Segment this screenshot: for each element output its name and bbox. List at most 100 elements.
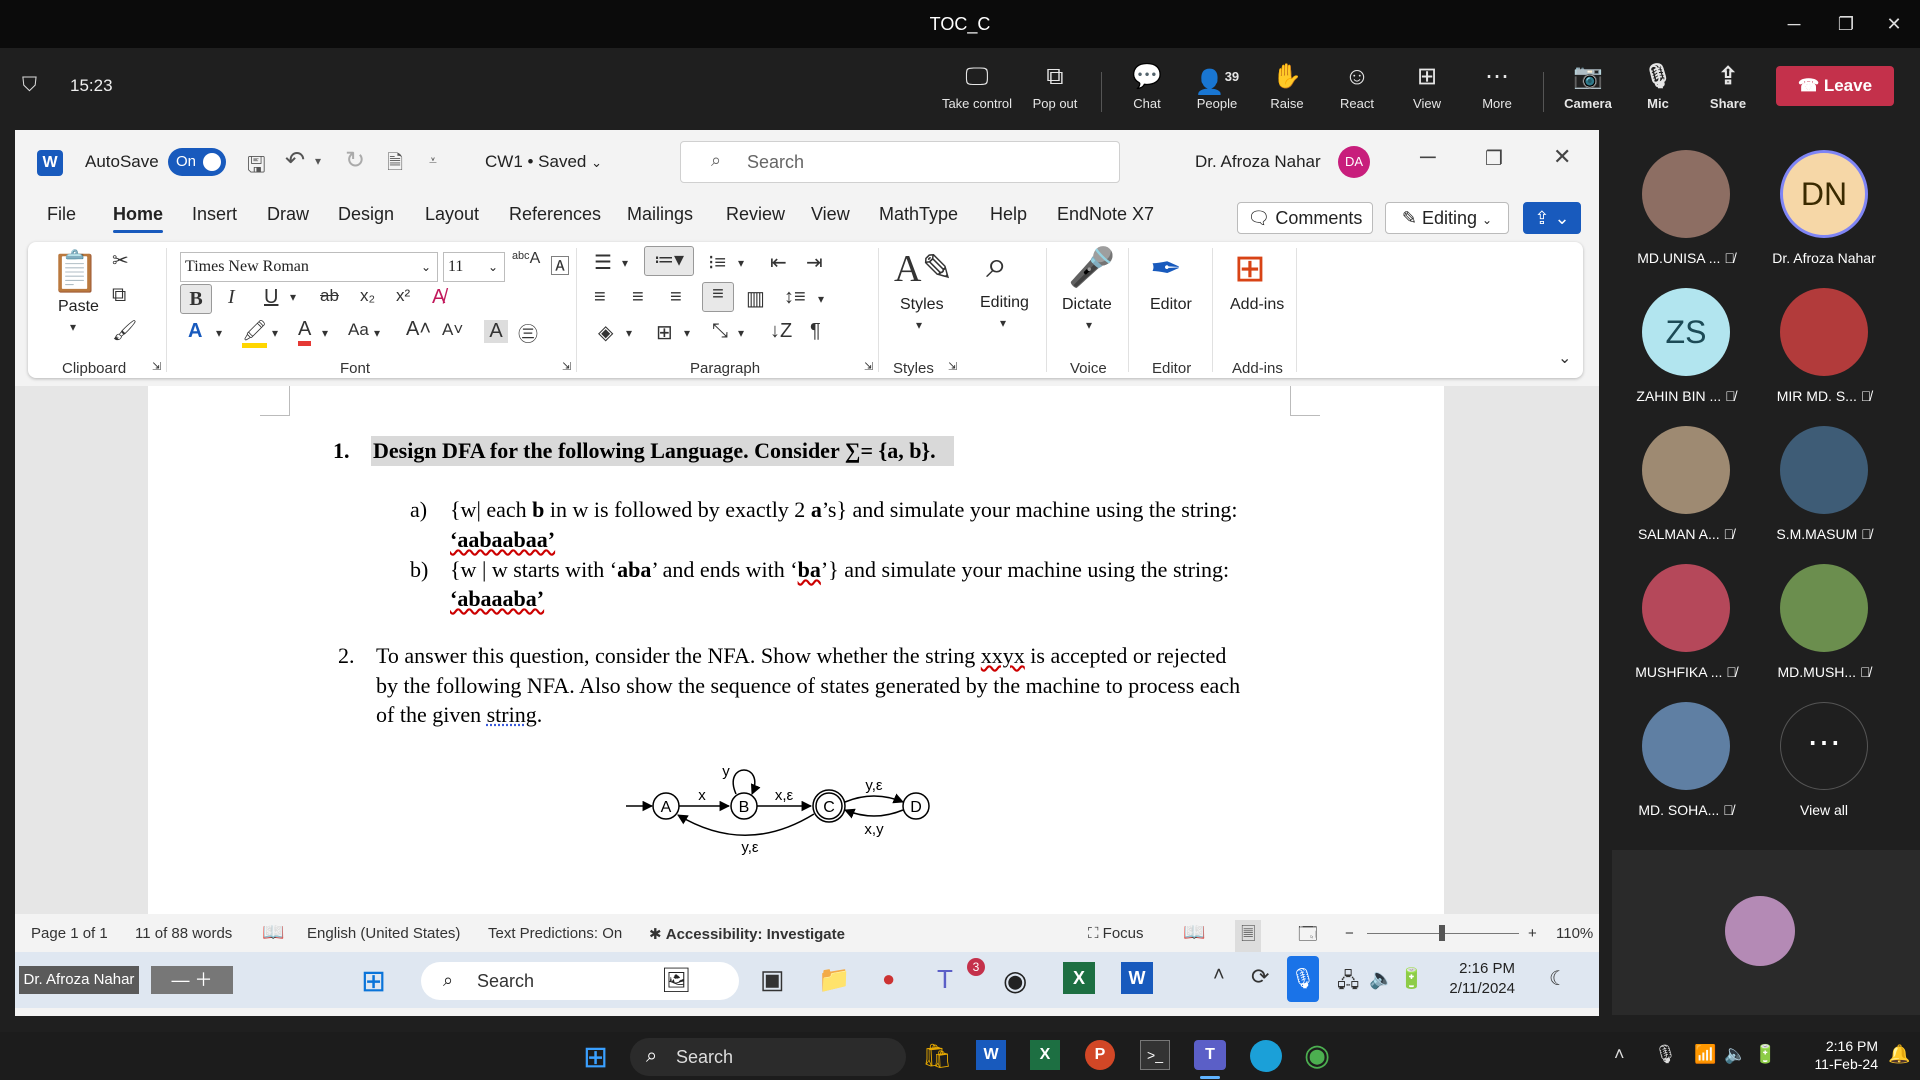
cut-icon[interactable]: ✂ <box>112 248 129 273</box>
virtual-desktop-controls[interactable]: — ＋ <box>151 966 233 994</box>
windows-start-icon[interactable]: ⊞ <box>361 964 386 999</box>
participant-tile[interactable]: S.M.MASUM 🎙̸ <box>1754 426 1894 542</box>
chevron-up-icon[interactable]: ˄ <box>1614 1044 1625 1065</box>
volume-icon[interactable]: 🔈 <box>1724 1044 1746 1065</box>
more-button[interactable]: ⋯ More <box>1461 60 1533 122</box>
notification-bell-icon[interactable]: 🔔 <box>1888 1044 1910 1065</box>
minimize-icon[interactable]: ─ <box>1774 10 1814 38</box>
superscript-button[interactable]: x² <box>396 286 410 306</box>
quiet-hours-icon[interactable]: ☾ <box>1549 966 1567 991</box>
dialog-launcher-icon[interactable]: ⇲ <box>562 360 571 373</box>
clock-date[interactable]: 11-Feb-24 <box>1782 1056 1878 1072</box>
change-case-icon[interactable]: Aa <box>348 320 369 340</box>
restore-icon[interactable]: ❐ <box>1826 10 1866 38</box>
self-video-tile[interactable] <box>1612 850 1920 1015</box>
taskbar-search[interactable]: ⌕ Search <box>630 1038 906 1076</box>
dictate-label[interactable]: Dictate <box>1062 296 1112 314</box>
proofing-icon[interactable]: 📖 <box>262 922 284 943</box>
sync-icon[interactable]: ⟳ <box>1251 964 1269 990</box>
participant-tile[interactable]: ZS ZAHIN BIN ... 🎙̸ <box>1616 288 1756 404</box>
dialog-launcher-icon[interactable]: ⇲ <box>864 360 873 373</box>
editing-mode-button[interactable]: ✎ Editing ⌄ <box>1385 202 1509 234</box>
edge-icon[interactable] <box>1250 1040 1282 1072</box>
underline-button[interactable]: U <box>264 286 278 309</box>
line-spacing-icon[interactable]: ↕≡ <box>784 286 806 309</box>
text-box-icon[interactable]: 🄰 <box>550 250 570 279</box>
pop-out-button[interactable]: ⧉ Pop out <box>1019 60 1091 122</box>
editor-label[interactable]: Editor <box>1150 296 1192 314</box>
font-color-icon[interactable]: A <box>298 318 312 346</box>
task-view-icon[interactable]: ▣ <box>760 964 785 995</box>
zoom-slider-thumb[interactable] <box>1439 925 1445 941</box>
dictate-mic-icon[interactable]: 🎤 <box>1068 246 1115 290</box>
comments-button[interactable]: 🗨 Comments <box>1237 202 1373 234</box>
focus-button[interactable]: ⛶ Focus <box>1088 925 1144 942</box>
wifi-icon[interactable]: 📶 <box>1694 1044 1716 1065</box>
word-icon[interactable]: W <box>1121 962 1153 994</box>
user-avatar[interactable]: DA <box>1338 146 1370 178</box>
excel-icon[interactable]: X <box>1063 962 1095 994</box>
word-icon[interactable]: W <box>976 1040 1006 1070</box>
find-icon[interactable]: ⌕ <box>986 244 1007 287</box>
italic-button[interactable]: I <box>228 286 235 309</box>
tab-mathtype[interactable]: MathType <box>879 204 958 225</box>
tab-home[interactable]: Home <box>113 204 164 233</box>
battery-icon[interactable]: 🔋 <box>1399 966 1424 991</box>
editor-pen-icon[interactable]: ✒ <box>1150 246 1182 291</box>
participant-tile[interactable]: MD.MUSH... 🎙̸ <box>1754 564 1894 680</box>
battery-icon[interactable]: 🔋 <box>1754 1044 1776 1065</box>
participant-tile[interactable]: MD.UNISA ... 🎙̸ <box>1616 150 1756 266</box>
mic-active-icon[interactable]: 🎙 <box>1287 956 1319 1002</box>
chevron-down-icon[interactable]: ▾ <box>916 318 922 332</box>
view-all-button[interactable]: ⋯ View all <box>1754 702 1894 818</box>
language-status[interactable]: English (United States) <box>307 925 460 942</box>
chevron-down-icon[interactable]: ▾ <box>374 326 380 340</box>
addins-label[interactable]: Add-ins <box>1230 296 1284 314</box>
tab-endnote[interactable]: EndNote X7 <box>1057 204 1154 225</box>
clear-formatting-icon[interactable]: A̸ <box>432 286 445 309</box>
zoom-out-icon[interactable]: − <box>1345 925 1354 942</box>
tab-mailings[interactable]: Mailings <box>627 204 693 225</box>
tab-layout[interactable]: Layout <box>425 204 479 225</box>
mic-button[interactable]: 🎙 Mic <box>1622 60 1694 122</box>
grow-font-icon[interactable]: A˄ <box>406 318 431 341</box>
share-button[interactable]: ⇪ Share <box>1692 60 1764 122</box>
restore-icon[interactable]: ❐ <box>1485 146 1503 171</box>
align-center-icon[interactable]: ≡ <box>632 286 644 309</box>
close-icon[interactable]: ✕ <box>1874 10 1914 38</box>
increase-indent-icon[interactable]: ⇥ <box>806 250 823 275</box>
copy-icon[interactable]: ⧉ <box>112 284 126 307</box>
document-page[interactable]: 1. Design DFA for the following Language… <box>148 386 1444 914</box>
chevron-down-icon[interactable]: ▾ <box>1000 316 1006 330</box>
borders-icon[interactable]: ⊞ <box>656 320 673 345</box>
align-right-icon[interactable]: ≡ <box>670 286 682 309</box>
columns-icon[interactable]: ▥ <box>746 286 765 311</box>
chat-button[interactable]: 💬 Chat <box>1111 60 1183 122</box>
document-name[interactable]: CW1 • Saved ⌄ <box>485 152 602 172</box>
paste-label[interactable]: Paste <box>58 298 99 316</box>
undo-icon[interactable]: ↶ <box>285 146 305 175</box>
dialog-launcher-icon[interactable]: ⇲ <box>152 360 161 373</box>
participant-tile[interactable]: MD. SOHA... 🎙̸ <box>1616 702 1756 818</box>
format-painter-icon[interactable]: 🖌 <box>112 318 137 343</box>
chevron-down-icon[interactable]: ▾ <box>738 326 744 340</box>
justify-icon[interactable]: ≡ <box>702 282 734 312</box>
raise-hand-button[interactable]: ✋ Raise <box>1251 60 1323 122</box>
tab-review[interactable]: Review <box>726 204 785 225</box>
dialog-launcher-icon[interactable]: ⇲ <box>948 360 957 373</box>
close-icon[interactable]: ✕ <box>1553 144 1571 170</box>
tab-insert[interactable]: Insert <box>192 204 237 225</box>
zoom-in-icon[interactable]: + <box>1528 925 1537 942</box>
customize-qat-icon[interactable]: ⩡ <box>429 152 437 169</box>
powerpoint-icon[interactable]: P <box>1085 1040 1115 1070</box>
volume-icon[interactable]: 🔈 <box>1369 966 1394 991</box>
tab-design[interactable]: Design <box>338 204 394 225</box>
font-size-select[interactable]: 11 ⌄ <box>443 252 505 282</box>
chevron-down-icon[interactable]: ▾ <box>216 326 222 340</box>
tab-draw[interactable]: Draw <box>267 204 309 225</box>
shading-icon[interactable]: ◈ <box>598 320 613 345</box>
collapse-ribbon-icon[interactable]: ⌄ <box>1558 348 1571 368</box>
text-direction-icon[interactable]: ⤡ <box>712 320 728 343</box>
zoom-level[interactable]: 110% <box>1556 925 1593 942</box>
store-icon[interactable]: 🛍 <box>922 1042 952 1071</box>
